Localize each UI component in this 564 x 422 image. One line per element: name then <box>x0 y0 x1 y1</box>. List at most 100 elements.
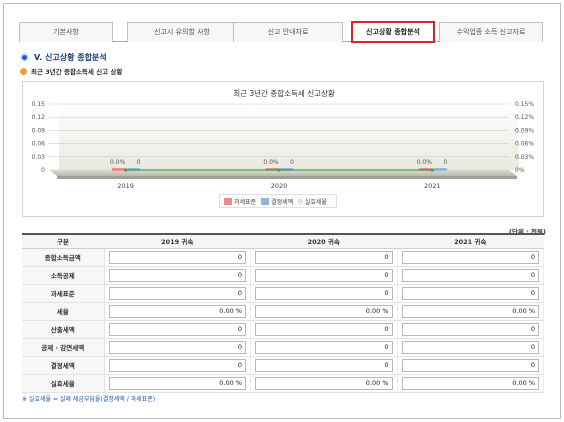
value-cell: 0 <box>250 338 398 357</box>
value-cell: 0 <box>250 248 398 267</box>
value-cell: 0 <box>104 248 251 267</box>
value-cell: 0 <box>397 266 544 285</box>
tab-filing-guide[interactable]: 신고 안내자료 <box>233 22 343 42</box>
value-field: 0 <box>401 358 539 372</box>
legend-item-tax-base: 과세표준 <box>224 197 256 206</box>
table-header-row: 구분 2019 귀속 2020 귀속 2021 귀속 <box>22 233 544 249</box>
row-label: 소득공제 <box>22 266 105 285</box>
value-field: 0.00 % <box>401 304 539 318</box>
chart-container: 최근 3년간 종합소득세 신고상황 0.15 0.15% 0.12 0.12% 0.09 0… <box>22 81 544 217</box>
row-label: 종합소득금액 <box>22 248 105 267</box>
table-row: 과세표준 0 0 0 <box>22 284 544 303</box>
value-field: 0 <box>108 286 246 300</box>
value-field: 0 <box>255 340 393 354</box>
value-cell: 0 <box>104 284 251 303</box>
legend-label-determined-tax: 결정세액 <box>271 198 294 206</box>
point-effective-rate <box>124 168 128 172</box>
y-tick-label-right: 0% <box>515 167 525 174</box>
value-cell: 0.00 % <box>104 302 251 321</box>
value-field: 0 <box>401 340 539 354</box>
bar-determined-tax <box>433 168 448 171</box>
tab-filing-analysis[interactable]: 신고상황 종합분석 <box>351 21 435 43</box>
value-field: 0 <box>401 286 539 300</box>
tab-filing-notes[interactable]: 신고시 유의할 사항 <box>127 22 237 42</box>
section-title-text: V. 신고상황 종합분석 <box>34 52 107 62</box>
value-cell: 0 <box>250 284 398 303</box>
value-field: 0.00 % <box>401 376 539 390</box>
value-field: 0 <box>108 358 246 372</box>
row-label: 공제 · 감면세액 <box>22 338 105 357</box>
data-label-rate: 0.0% <box>417 159 433 166</box>
subsection-title-text: 최근 3년간 종합소득세 신고 상황 <box>31 68 123 76</box>
chart-plot-area <box>59 104 519 170</box>
table-row: 세율 0.00 % 0.00 % 0.00 % <box>22 302 544 321</box>
value-field: 0 <box>255 322 393 336</box>
table-row: 산출세액 0 0 0 <box>22 320 544 339</box>
value-cell: 0 <box>397 320 544 339</box>
value-cell: 0 <box>104 356 251 375</box>
y-tick-label-left: 0.03 <box>32 154 46 161</box>
value-cell: 0 <box>250 356 398 375</box>
y-tick-label-right: 0.12% <box>515 114 534 121</box>
legend-line-effective-rate-icon: ◇ <box>298 197 303 205</box>
chart-legend: 과세표준 결정세액 ◇ 실효세율 <box>219 194 337 208</box>
y-tick-label-right: 0.06% <box>515 141 534 148</box>
value-cell: 0 <box>104 320 251 339</box>
row-label: 산출세액 <box>22 320 105 339</box>
value-field: 0.00 % <box>108 304 246 318</box>
value-field: 0 <box>255 286 393 300</box>
value-field: 0 <box>108 322 246 336</box>
y-tick-label-right: 0.03% <box>515 154 534 161</box>
legend-swatch-determined-tax-icon <box>261 197 270 205</box>
row-label: 결정세액 <box>22 356 105 375</box>
value-field: 0 <box>401 322 539 336</box>
table-row: 공제 · 감면세액 0 0 0 <box>22 338 544 357</box>
value-field: 0 <box>255 358 393 372</box>
value-cell: 0 <box>397 248 544 267</box>
value-cell: 0.00 % <box>250 374 398 393</box>
data-label-value: 0 <box>290 159 294 166</box>
table-row: 실효세율 0.00 % 0.00 % 0.00 % <box>22 374 544 393</box>
row-label: 세율 <box>22 302 105 321</box>
row-label: 과세표준 <box>22 284 105 303</box>
value-field: 0.00 % <box>108 376 246 390</box>
point-effective-rate <box>430 168 434 172</box>
value-cell: 0.00 % <box>397 374 544 393</box>
legend-swatch-tax-base-icon <box>224 197 232 205</box>
legend-label-tax-base: 과세표준 <box>234 198 257 206</box>
bar-tax-base <box>111 168 126 171</box>
value-cell: 0 <box>104 338 251 357</box>
data-label-value: 0 <box>443 159 447 166</box>
value-field: 0.00 % <box>255 304 393 318</box>
y-tick-label-left: 0.15 <box>32 101 46 108</box>
data-label-value: 0 <box>137 159 141 166</box>
value-cell: 0 <box>250 320 398 339</box>
value-field: 0 <box>108 250 246 264</box>
value-field: 0 <box>401 268 539 282</box>
subsection-bullet-icon <box>20 67 27 75</box>
y-tick-label-left: 0.09 <box>32 127 46 134</box>
value-field: 0.00 % <box>255 376 393 390</box>
data-label-rate: 0.0% <box>263 159 279 166</box>
tab-bar: 기본사항 신고시 유의할 사항 신고 안내자료 신고상황 종합분석 수익업종 소… <box>19 20 543 43</box>
value-cell: 0 <box>104 266 251 285</box>
footnote: ※ 실효세율 = 실제 세금부담율(결정세액 / 과세표준) <box>22 396 156 403</box>
header-2021: 2021 귀속 <box>397 233 544 249</box>
value-field: 0 <box>108 340 246 354</box>
legend-item-determined-tax: 결정세액 <box>261 197 293 206</box>
tab-income-data[interactable]: 수익업종 소득 신고자료 <box>439 22 543 42</box>
x-tick-label: 2021 <box>424 182 441 190</box>
value-cell: 0 <box>397 338 544 357</box>
section-title: V. 신고상황 종합분석 <box>20 50 107 64</box>
value-cell: 0.00 % <box>250 302 398 321</box>
value-cell: 0.00 % <box>397 302 544 321</box>
summary-table: 구분 2019 귀속 2020 귀속 2021 귀속 종합소득금액 0 0 0 소득공제… <box>22 233 544 393</box>
value-cell: 0 <box>250 266 398 285</box>
subsection-title: 최근 3년간 종합소득세 신고 상황 <box>20 65 122 77</box>
chart-title: 최근 3년간 종합소득세 신고상황 <box>233 88 335 98</box>
value-cell: 0.00 % <box>104 374 251 393</box>
legend-item-effective-rate: ◇ 실효세율 <box>298 197 327 206</box>
y-tick-label-left: 0.12 <box>32 114 46 121</box>
tab-basic-info[interactable]: 기본사항 <box>19 22 113 42</box>
value-field: 0 <box>401 250 539 264</box>
